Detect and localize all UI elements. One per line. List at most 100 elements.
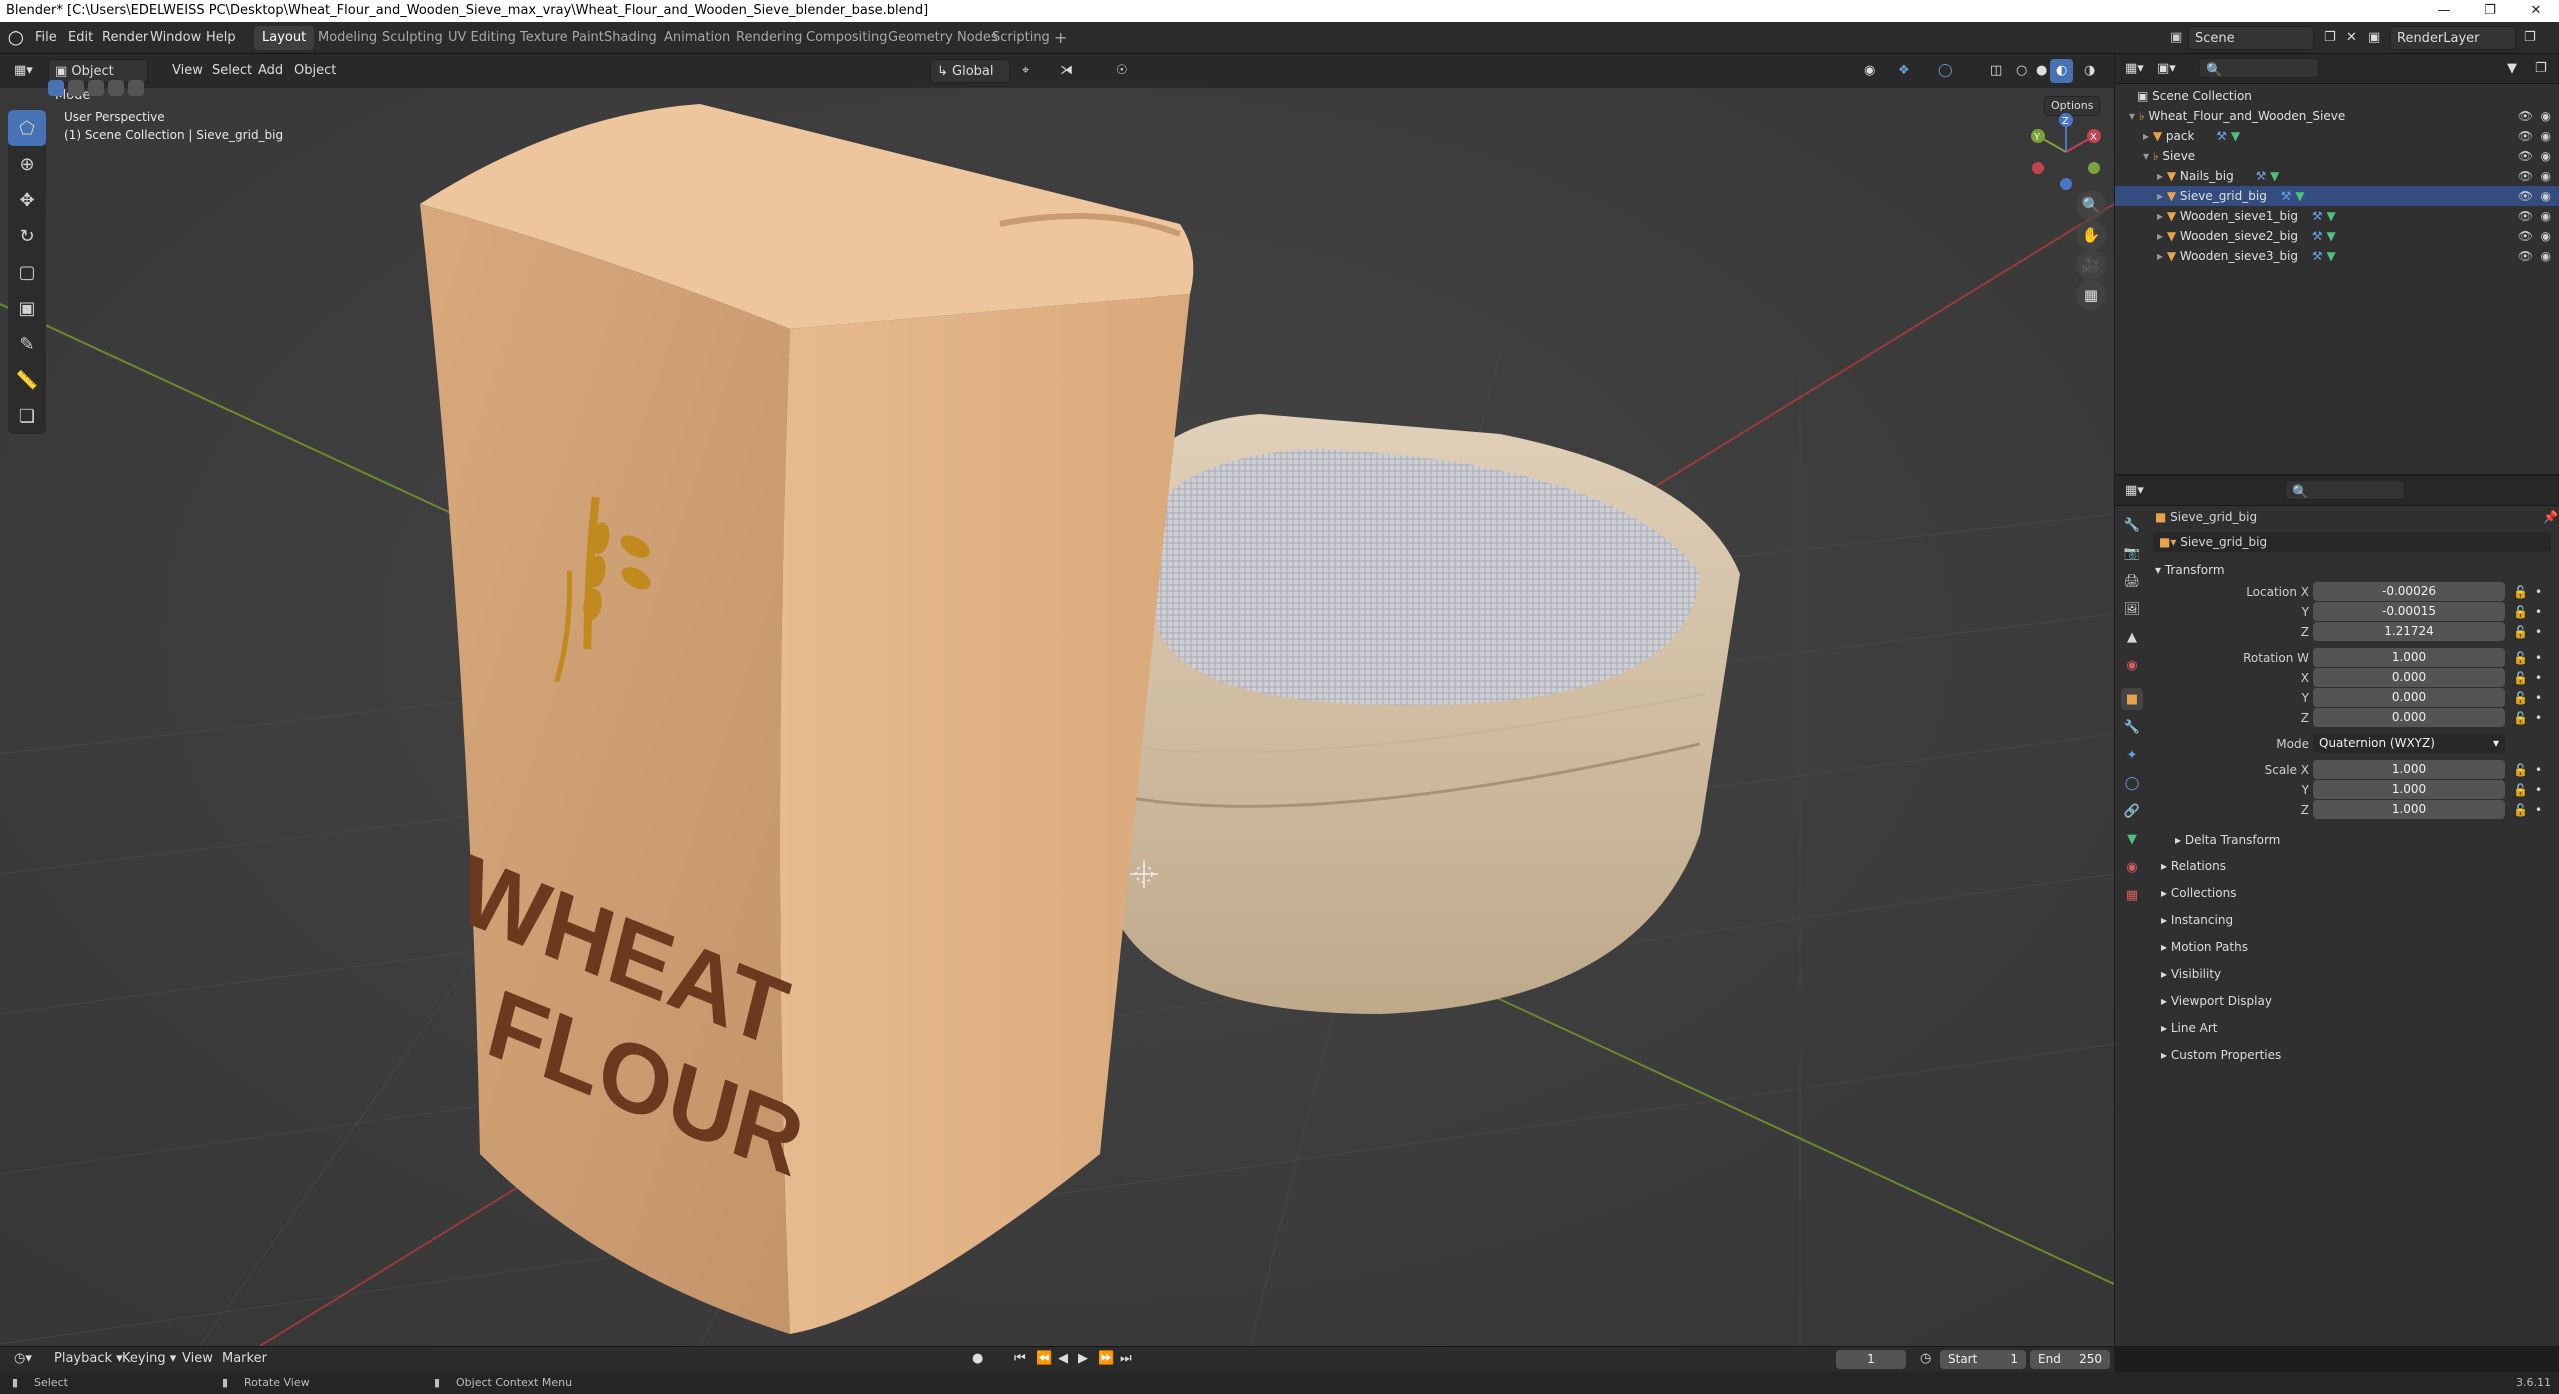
- xray-icon[interactable]: ◫: [1984, 59, 2008, 83]
- outliner-item-selected[interactable]: ▸ ▼ Sieve_grid_big ⚒ ▼ 👁 ◉: [2115, 186, 2559, 206]
- object-name-field[interactable]: ■▾ Sieve_grid_big: [2153, 532, 2551, 552]
- scene-selector[interactable]: Scene: [2188, 26, 2314, 50]
- material-shading-icon[interactable]: ◐: [2050, 59, 2074, 83]
- pin-icon[interactable]: 📌: [2543, 510, 2558, 524]
- lock-icon[interactable]: 🔓: [2513, 602, 2528, 622]
- eye-icon[interactable]: 👁: [2518, 166, 2533, 186]
- rotate-tool-icon[interactable]: ↻: [8, 218, 46, 254]
- annotate-tool-icon[interactable]: ✎: [8, 326, 46, 362]
- ortho-grid-icon[interactable]: ▦: [2076, 280, 2106, 310]
- eye-icon[interactable]: 👁: [2518, 226, 2533, 246]
- add-cube-tool-icon[interactable]: ❏: [8, 398, 46, 434]
- outliner-item[interactable]: ▸ ▼ Wooden_sieve2_big ⚒ ▼ 👁 ◉: [2115, 226, 2559, 246]
- outliner-root[interactable]: ▣ Scene Collection: [2115, 86, 2559, 106]
- pivot-icon[interactable]: ⌖: [1016, 59, 1035, 83]
- properties-search-input[interactable]: 🔍: [2285, 480, 2405, 500]
- select-intersect-icon[interactable]: [128, 80, 144, 96]
- blender-logo-icon[interactable]: ◯: [8, 22, 24, 54]
- new-collection-icon[interactable]: ❐: [2529, 57, 2553, 81]
- material-tab-icon[interactable]: ◉: [2121, 856, 2143, 878]
- tab-animation[interactable]: Animation: [656, 26, 738, 50]
- minimize-icon[interactable]: —: [2421, 0, 2467, 22]
- outliner-item[interactable]: ▸ ▼ Nails_big ⚒ ▼ 👁 ◉: [2115, 166, 2559, 186]
- visibility-panel[interactable]: ▸ Visibility: [2161, 962, 2551, 986]
- camera-icon[interactable]: ◉: [2541, 186, 2551, 206]
- display-mode-icon[interactable]: ▣▾: [2151, 57, 2182, 81]
- keyframe-dot-icon[interactable]: •: [2535, 708, 2542, 728]
- scale-tool-icon[interactable]: ▢: [8, 254, 46, 290]
- wheat-flour-bag[interactable]: WHEAT FLOUR: [420, 104, 1194, 1334]
- menu-keying[interactable]: Keying ▾: [116, 1348, 182, 1370]
- rotation-mode-dropdown[interactable]: Quaternion (WXYZ) ▾: [2313, 734, 2505, 753]
- motion-paths-panel[interactable]: ▸ Motion Paths: [2161, 935, 2551, 959]
- location-x-field[interactable]: -0.00026: [2313, 582, 2505, 601]
- viewport-menu-select[interactable]: Select: [206, 59, 258, 83]
- lock-icon[interactable]: 🔓: [2513, 760, 2528, 780]
- camera-view-icon[interactable]: 🎥: [2076, 250, 2106, 280]
- delta-transform-subpanel[interactable]: ▸ Delta Transform: [2175, 828, 2559, 852]
- eye-icon[interactable]: 👁: [2518, 206, 2533, 226]
- close-icon[interactable]: ✕: [2513, 0, 2559, 22]
- rotation-x-field[interactable]: 0.000: [2313, 668, 2505, 687]
- viewport-menu-object[interactable]: Object: [288, 59, 342, 83]
- keyframe-dot-icon[interactable]: •: [2535, 800, 2542, 820]
- timeline-editor-icon[interactable]: ◷▾: [8, 1348, 38, 1370]
- scale-z-field[interactable]: 1.000: [2313, 800, 2505, 819]
- lock-icon[interactable]: 🔓: [2513, 800, 2528, 820]
- maximize-icon[interactable]: ❐: [2467, 0, 2513, 22]
- keyframe-dot-icon[interactable]: •: [2535, 602, 2542, 622]
- menu-window[interactable]: Window: [150, 22, 201, 54]
- keyframe-dot-icon[interactable]: •: [2535, 688, 2542, 708]
- filter-icon[interactable]: ▼: [2501, 57, 2523, 81]
- lock-icon[interactable]: 🔓: [2513, 648, 2528, 668]
- location-y-field[interactable]: -0.00015: [2313, 602, 2505, 621]
- texture-tab-icon[interactable]: ▦: [2121, 884, 2143, 906]
- scale-y-field[interactable]: 1.000: [2313, 780, 2505, 799]
- pan-hand-icon[interactable]: ✋: [2076, 220, 2106, 250]
- outliner-search-input[interactable]: 🔍: [2199, 58, 2319, 78]
- jump-start-icon[interactable]: ⏮: [1008, 1348, 1032, 1370]
- rotation-y-field[interactable]: 0.000: [2313, 688, 2505, 707]
- menu-marker[interactable]: Marker: [216, 1348, 273, 1370]
- render-tab-icon[interactable]: 📷: [2121, 542, 2143, 564]
- navigation-gizmo[interactable]: Z X Y: [2026, 112, 2106, 192]
- outliner-item[interactable]: ▸ ▼ pack ⚒ ▼ 👁 ◉: [2115, 126, 2559, 146]
- rendered-shading-icon[interactable]: ◑: [2078, 59, 2101, 83]
- select-box-tool-icon[interactable]: ⬠: [8, 110, 46, 146]
- lock-icon[interactable]: 🔓: [2513, 582, 2528, 602]
- eye-icon[interactable]: 👁: [2518, 126, 2533, 146]
- record-icon[interactable]: ●: [966, 1348, 989, 1370]
- menu-render[interactable]: Render: [102, 22, 148, 54]
- new-scene-icon[interactable]: ❐: [2318, 26, 2342, 50]
- location-z-field[interactable]: 1.21724: [2313, 622, 2505, 641]
- rotation-z-field[interactable]: 0.000: [2313, 708, 2505, 727]
- keyframe-dot-icon[interactable]: •: [2535, 780, 2542, 800]
- data-tab-icon[interactable]: ▼: [2121, 828, 2143, 850]
- tab-shading[interactable]: Shading: [596, 26, 665, 50]
- camera-icon[interactable]: ◉: [2541, 166, 2551, 186]
- gizmo-icon[interactable]: ❖: [1892, 59, 1916, 83]
- scene-icon[interactable]: ▣: [2164, 26, 2188, 50]
- clock-icon[interactable]: ◷: [1914, 1348, 1937, 1370]
- menu-timeline-view[interactable]: View: [176, 1348, 219, 1370]
- keyframe-dot-icon[interactable]: •: [2535, 668, 2542, 688]
- outliner-item[interactable]: ▸ ▼ Wooden_sieve3_big ⚒ ▼ 👁 ◉: [2115, 246, 2559, 266]
- tab-layout[interactable]: Layout: [254, 26, 315, 50]
- keyframe-dot-icon[interactable]: •: [2535, 760, 2542, 780]
- menu-edit[interactable]: Edit: [68, 22, 93, 54]
- snap-icon[interactable]: ⧕: [1054, 59, 1079, 83]
- camera-icon[interactable]: ◉: [2541, 206, 2551, 226]
- eye-icon[interactable]: 👁: [2518, 186, 2533, 206]
- overlay-icon[interactable]: ◯: [1932, 59, 1959, 83]
- custom-properties-panel[interactable]: ▸ Custom Properties: [2161, 1043, 2551, 1067]
- select-invert-icon[interactable]: [108, 80, 124, 96]
- keyframe-dot-icon[interactable]: •: [2535, 622, 2542, 642]
- eye-icon[interactable]: 👁: [2518, 246, 2533, 266]
- new-layer-icon[interactable]: ❐: [2518, 26, 2542, 50]
- properties-editor-icon[interactable]: ▦▾: [2119, 479, 2150, 503]
- select-extend-icon[interactable]: [68, 80, 84, 96]
- menu-help[interactable]: Help: [206, 22, 236, 54]
- menu-file[interactable]: File: [35, 22, 57, 54]
- camera-icon[interactable]: ◉: [2541, 126, 2551, 146]
- add-workspace-icon[interactable]: +: [1046, 26, 1075, 50]
